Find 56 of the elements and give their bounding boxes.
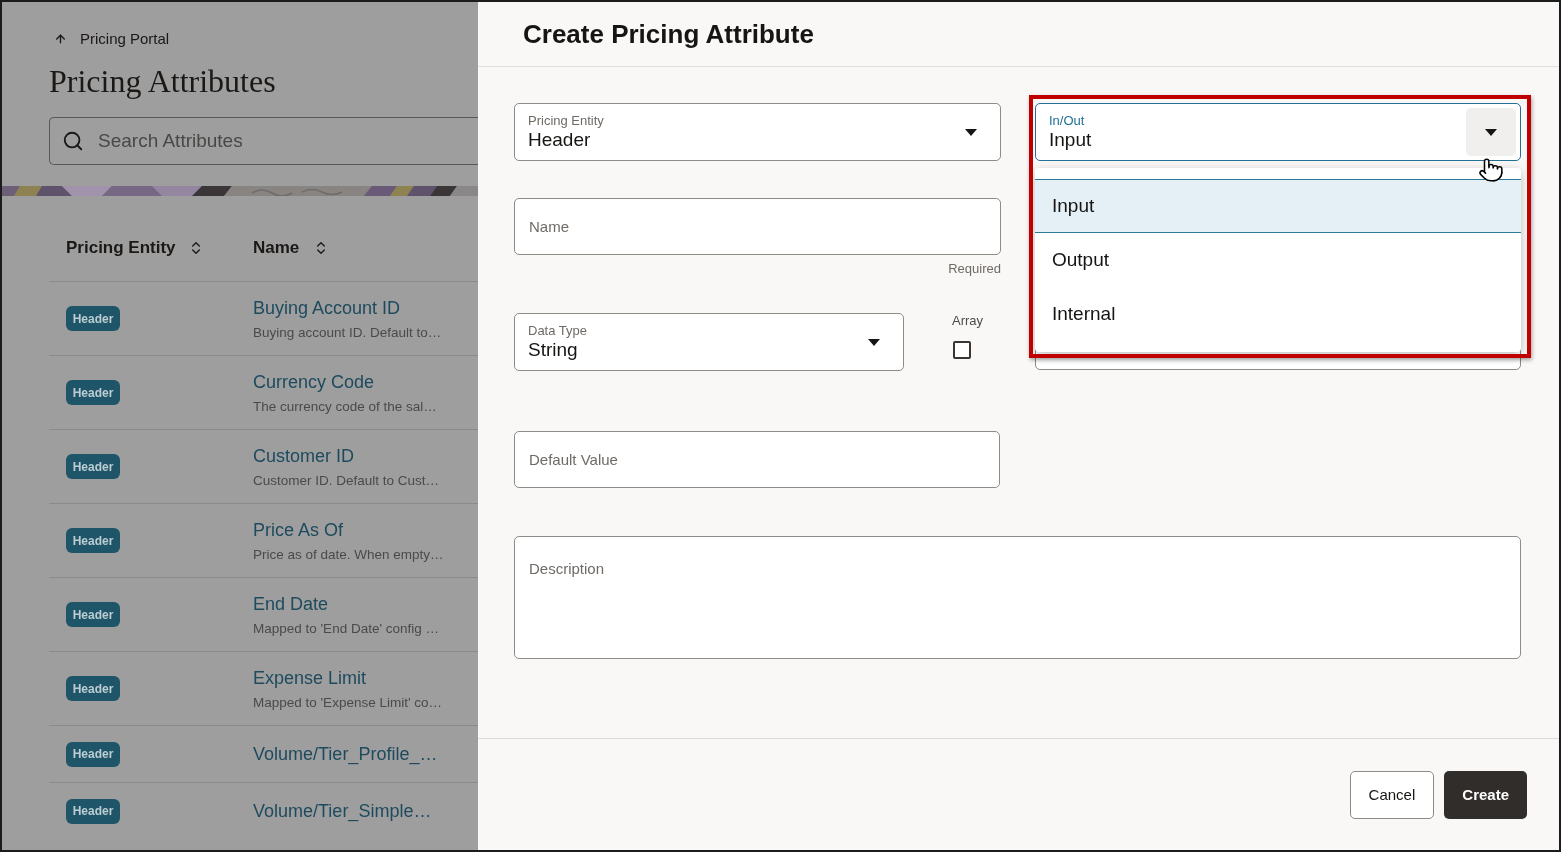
page-title: Pricing Attributes bbox=[48, 62, 277, 101]
attribute-description: Customer ID. Default to Cust… bbox=[253, 471, 440, 490]
table-row[interactable]: Header End Date Mapped to 'End Date' config … bbox=[49, 578, 478, 652]
attribute-description: Mapped to 'Expense Limit' co… bbox=[253, 693, 442, 712]
default-value-field[interactable]: Default Value bbox=[514, 431, 1000, 488]
data-type-select[interactable]: Data Type String bbox=[514, 313, 904, 371]
cancel-button[interactable]: Cancel bbox=[1349, 771, 1435, 819]
attribute-description: Price as of date. When empty… bbox=[253, 545, 444, 564]
caret-icon bbox=[1485, 128, 1497, 136]
attribute-name-link[interactable]: Volume/Tier_Simple… bbox=[253, 799, 432, 823]
column-header[interactable]: Name bbox=[253, 237, 300, 259]
attribute-name-link[interactable]: Volume/Tier_Profile_… bbox=[253, 742, 438, 766]
table-row[interactable]: Header Customer ID Customer ID. Default to Cust… bbox=[49, 430, 478, 504]
search-icon bbox=[62, 130, 84, 152]
table-row[interactable]: Header Expense Limit Mapped to 'Expense Limit' co… bbox=[49, 652, 478, 726]
table-row[interactable]: Header Buying Account ID Buying account ID. Default to… bbox=[49, 282, 478, 356]
caret-icon bbox=[868, 338, 880, 346]
entity-badge: Header bbox=[66, 676, 120, 702]
required-hint: Required bbox=[948, 260, 1001, 278]
entity-badge: Header bbox=[66, 602, 120, 628]
entity-badge: Header bbox=[66, 741, 120, 767]
table-row[interactable]: Header Volume/Tier_Profile_… bbox=[49, 726, 478, 783]
name-field[interactable]: Name bbox=[514, 198, 1001, 255]
create-button[interactable]: Create bbox=[1444, 771, 1527, 819]
table-row[interactable]: Header Currency Code The currency code of the sal… bbox=[49, 356, 478, 430]
attribute-name-link[interactable]: Price As Of bbox=[253, 517, 444, 542]
table-row[interactable]: Header Volume/Tier_Simple… bbox=[49, 783, 478, 825]
attribute-description: Buying account ID. Default to… bbox=[253, 323, 442, 342]
array-checkbox[interactable] bbox=[953, 341, 971, 359]
entity-badge: Header bbox=[66, 798, 120, 824]
breadcrumb-link[interactable]: Pricing Portal bbox=[80, 29, 170, 49]
dialog-title: Create Pricing Attribute bbox=[523, 17, 814, 51]
attribute-description: The currency code of the sal… bbox=[253, 397, 437, 416]
table-row[interactable]: Header Price As Of Price as of date. When empty… bbox=[49, 504, 478, 578]
attribute-name-link[interactable]: End Date bbox=[253, 591, 439, 616]
entity-badge: Header bbox=[66, 380, 120, 406]
description-field[interactable]: Description bbox=[514, 536, 1521, 659]
attribute-name-link[interactable]: Customer ID bbox=[253, 443, 440, 468]
array-label: Array bbox=[952, 313, 984, 329]
caret-icon bbox=[965, 128, 977, 136]
pricing-entity-select[interactable]: Pricing Entity Header bbox=[514, 103, 1001, 161]
attribute-name-link[interactable]: Buying Account ID bbox=[253, 295, 442, 320]
attribute-name-link[interactable]: Currency Code bbox=[253, 369, 437, 394]
dropdown-option[interactable]: Input bbox=[1035, 179, 1521, 233]
attribute-name-link[interactable]: Expense Limit bbox=[253, 665, 442, 690]
search-field[interactable]: Search Attributes bbox=[49, 117, 478, 165]
in-out-select[interactable]: In/Out Input bbox=[1035, 103, 1521, 161]
entity-badge: Header bbox=[66, 528, 120, 554]
dropdown-option[interactable]: Output bbox=[1035, 233, 1521, 287]
dropdown-option[interactable]: Internal bbox=[1035, 287, 1521, 341]
entity-badge: Header bbox=[66, 454, 120, 480]
attribute-description: Mapped to 'End Date' config … bbox=[253, 619, 439, 638]
entity-badge: Header bbox=[66, 306, 120, 332]
column-header[interactable]: Pricing Entity bbox=[66, 237, 176, 259]
dropdown-toggle-button[interactable] bbox=[1466, 108, 1516, 156]
arrow-up-icon bbox=[54, 32, 67, 46]
